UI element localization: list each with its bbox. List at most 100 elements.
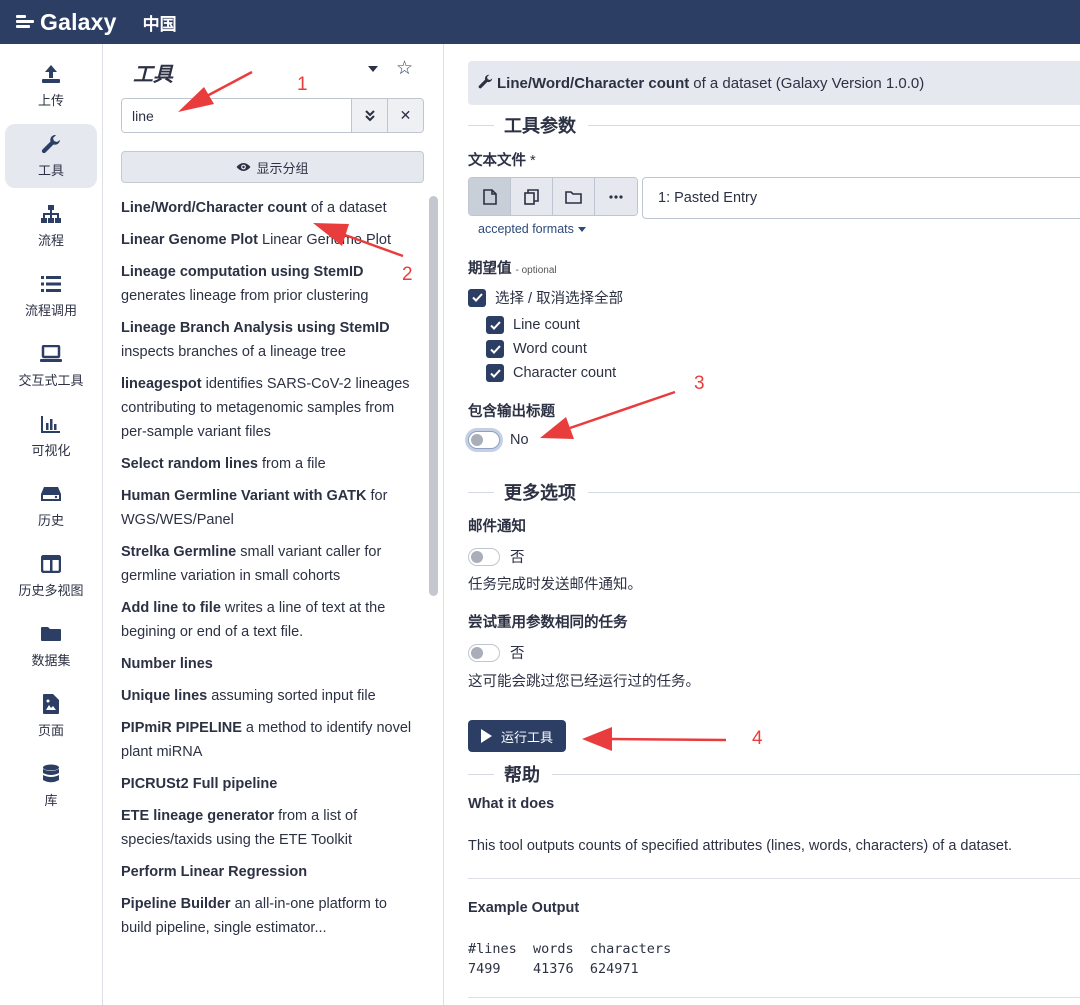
caret-down-icon <box>577 226 586 232</box>
email-row: 否 <box>468 546 525 567</box>
activity-label: 工具 <box>37 163 64 178</box>
dataset-collection-icon[interactable] <box>553 178 595 215</box>
activity-pages[interactable]: 页面 <box>5 684 97 748</box>
email-toggle[interactable] <box>468 547 500 566</box>
tool-item[interactable]: Linear Genome Plot Linear Genome Plot <box>121 228 421 252</box>
tool-item[interactable]: Lineage computation using StemID generat… <box>121 260 421 308</box>
select-all-checkbox[interactable]: 选择 / 取消选择全部 <box>468 287 623 308</box>
activity-libraries[interactable]: 库 <box>5 754 97 818</box>
upload-icon <box>40 63 62 85</box>
checkbox-checked-icon <box>486 340 504 358</box>
tool-item[interactable]: PICRUSt2 Full pipeline <box>121 772 421 796</box>
tool-item[interactable]: Human Germline Variant with GATK for WGS… <box>121 484 421 532</box>
include-header-label: 包含输出标题 <box>468 404 555 420</box>
checkbox-checked-icon <box>468 288 486 307</box>
tool-item[interactable]: Pipeline Builder an all-in-one platform … <box>121 892 421 940</box>
masthead: Galaxy 中国 <box>0 0 1080 44</box>
tool-item[interactable]: Lineage Branch Analysis using StemID ins… <box>121 316 421 364</box>
activity-bar: 上传 工具 流程 流程调用 交互式工具 可视化 历史 历史多视图 数据集 页面 … <box>0 44 103 1005</box>
tool-item[interactable]: Unique lines assuming sorted input file <box>121 684 421 708</box>
activity-datasets[interactable]: 数据集 <box>5 614 97 678</box>
activity-interactive-tools[interactable]: 交互式工具 <box>5 334 97 398</box>
tool-search: ✕ <box>121 98 424 133</box>
more-options-icon[interactable] <box>595 178 637 215</box>
option-word-count[interactable]: Word count <box>486 340 587 358</box>
tool-item[interactable]: ETE lineage generator from a list of spe… <box>121 804 421 852</box>
activity-workflows[interactable]: 流程 <box>5 194 97 258</box>
tool-list-scrollbar[interactable] <box>429 196 438 596</box>
tool-item[interactable]: Number lines <box>121 652 421 676</box>
divider <box>468 878 1080 879</box>
chart-icon <box>40 413 62 435</box>
activity-label: 数据集 <box>31 653 71 668</box>
help-example-title: Example Output <box>468 900 580 916</box>
advanced-search-icon[interactable] <box>351 99 387 132</box>
activity-history[interactable]: 历史 <box>5 474 97 538</box>
tool-item[interactable]: Line/Word/Character count of a dataset <box>121 196 421 220</box>
brand-logo[interactable]: Galaxy <box>16 9 117 36</box>
email-help: 任务完成时发送邮件通知。 <box>468 577 642 593</box>
clear-search-icon[interactable]: ✕ <box>387 99 423 132</box>
annotation-number: 2 <box>402 264 413 285</box>
hdd-icon <box>40 483 62 505</box>
single-dataset-icon[interactable] <box>469 178 511 215</box>
activity-label: 库 <box>44 793 58 808</box>
multiple-datasets-icon[interactable] <box>511 178 553 215</box>
tool-item[interactable]: Strelka Germline small variant caller fo… <box>121 540 421 588</box>
tool-item[interactable]: Select random lines from a file <box>121 452 421 476</box>
activity-invocations[interactable]: 流程调用 <box>5 264 97 328</box>
option-character-count[interactable]: Character count <box>486 364 616 382</box>
list-icon <box>40 273 62 295</box>
section-more-options: 更多选项 <box>468 479 1080 505</box>
wrench-icon <box>40 133 62 155</box>
activity-label: 上传 <box>37 93 64 108</box>
annotation-number: 1 <box>297 74 308 95</box>
laptop-icon <box>40 343 62 365</box>
tool-item[interactable]: lineagespot identifies SARS-CoV-2 lineag… <box>121 372 421 444</box>
dataset-mode-buttons <box>468 177 638 216</box>
tool-name: Line/Word/Character count <box>497 74 690 92</box>
activity-label: 交互式工具 <box>18 373 84 388</box>
include-header-toggle[interactable] <box>468 431 500 449</box>
option-line-count[interactable]: Line count <box>486 316 580 334</box>
reuse-help: 这可能会跳过您已经运行过的任务。 <box>468 674 700 690</box>
wrench-icon <box>478 74 493 93</box>
tool-search-input[interactable] <box>122 99 351 132</box>
activity-label: 流程调用 <box>24 303 77 318</box>
database-icon <box>40 763 62 785</box>
tool-item[interactable]: Add line to file writes a line of text a… <box>121 596 421 644</box>
accepted-formats-toggle[interactable]: accepted formats <box>478 222 586 236</box>
annotation-number: 4 <box>752 728 763 749</box>
brand-locale: 中国 <box>142 14 177 34</box>
reuse-label: 尝试重用参数相同的任务 <box>468 615 628 631</box>
activity-upload[interactable]: 上传 <box>5 54 97 118</box>
annotation-number: 3 <box>694 373 705 394</box>
input-dataset-label: 文本文件 * <box>468 153 536 169</box>
include-header-value: No <box>510 432 529 448</box>
columns-icon <box>40 553 62 575</box>
input-dataset-select[interactable]: 1: Pasted Entry <box>642 177 1080 219</box>
brand-title: Galaxy <box>40 8 117 35</box>
activity-visualizations[interactable]: 可视化 <box>5 404 97 468</box>
show-sections-label: 显示分组 <box>256 160 309 176</box>
activity-tools[interactable]: 工具 <box>5 124 97 188</box>
activity-history-multiview[interactable]: 历史多视图 <box>5 544 97 608</box>
run-tool-button[interactable]: 运行工具 <box>468 720 566 752</box>
activity-label: 历史多视图 <box>18 583 84 598</box>
example-output-header: #lines words characters <box>468 941 672 957</box>
email-label: 邮件通知 <box>468 519 526 535</box>
tool-version: of a dataset (Galaxy Version 1.0.0) <box>693 74 925 92</box>
favorites-star-icon[interactable]: ☆ <box>396 57 413 80</box>
tool-item[interactable]: PIPmiR PIPELINE a method to identify nov… <box>121 716 421 764</box>
reuse-toggle[interactable] <box>468 643 500 662</box>
tool-form-header: Line/Word/Character count of a dataset (… <box>468 61 1080 105</box>
file-image-icon <box>40 693 62 715</box>
reuse-row: 否 <box>468 642 525 663</box>
section-help: 帮助 <box>468 761 1080 787</box>
show-sections-button[interactable]: 显示分组 <box>121 151 424 183</box>
example-output-values: 7499 41376 624971 <box>468 961 639 977</box>
galaxy-logo-icon <box>16 15 34 29</box>
checkbox-checked-icon <box>486 364 504 382</box>
panel-view-caret-icon[interactable] <box>368 66 378 72</box>
tool-item[interactable]: Perform Linear Regression <box>121 860 421 884</box>
